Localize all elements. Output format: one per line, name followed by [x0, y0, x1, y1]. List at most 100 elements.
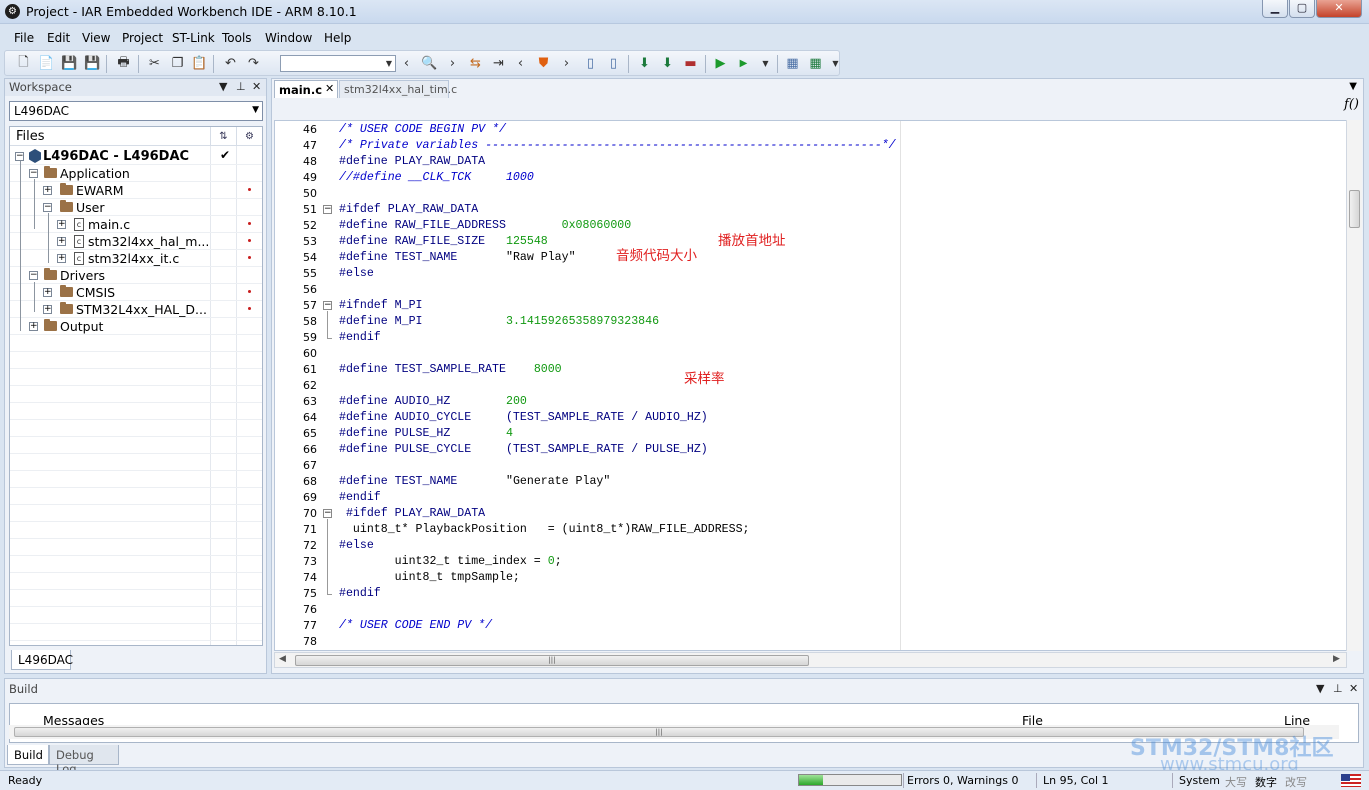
code-line[interactable]: 77 /* USER CODE END PV */ [275, 618, 1346, 634]
collapse-icon[interactable]: − [29, 169, 38, 178]
code-line[interactable]: 63 #define AUDIO_HZ 200 [275, 394, 1346, 410]
expand-icon[interactable]: + [57, 254, 66, 263]
close-button[interactable]: ✕ [1316, 0, 1362, 18]
undo-icon[interactable]: ↶ [222, 55, 239, 72]
workspace-tab[interactable]: L496DAC [11, 650, 73, 670]
tree-item-main-c[interactable]: + c main.c [10, 216, 262, 233]
chevron-down-icon[interactable]: ▼ [827, 55, 844, 72]
fold-icon[interactable]: − [323, 509, 332, 518]
chevron-down-icon[interactable]: ▼ [219, 80, 227, 93]
sort-icon[interactable]: ⇅ [210, 127, 236, 146]
code-line[interactable]: 52 #define RAW_FILE_ADDRESS 0x08060000 [275, 218, 1346, 234]
find-next-icon[interactable]: › [444, 55, 461, 72]
scroll-left-icon[interactable]: ◀ [279, 654, 286, 664]
code-line[interactable]: 65 #define PULSE_HZ 4 [275, 426, 1346, 442]
replace-icon[interactable]: ⇆ [467, 55, 484, 72]
tree-item-hal-driver[interactable]: + STM32L4xx_HAL_D... [10, 301, 262, 318]
scroll-thumb[interactable]: ||| [295, 655, 809, 666]
minimize-button[interactable]: ▁ [1262, 0, 1288, 18]
expand-icon[interactable]: + [43, 305, 52, 314]
tree-item-output[interactable]: + Output [10, 318, 262, 335]
tab-build[interactable]: Build [7, 745, 49, 765]
menu-st-link[interactable]: ST-Link [172, 31, 215, 45]
code-line[interactable]: 56 [275, 282, 1346, 298]
compile-icon[interactable]: ⬇ [636, 55, 653, 72]
code-line[interactable]: 62 [275, 378, 1346, 394]
scroll-thumb[interactable] [1349, 190, 1360, 228]
tree-item-drivers[interactable]: − Drivers [10, 267, 262, 284]
code-line[interactable]: 57− #ifndef M_PI [275, 298, 1346, 314]
code-line[interactable]: 74 uint8_t tmpSample; [275, 570, 1346, 586]
download-debug-icon[interactable]: ▶ [712, 55, 729, 72]
next-bookmark-icon[interactable]: ▯ [605, 55, 622, 72]
code-line[interactable]: 71 uint8_t* PlaybackPosition = (uint8_t*… [275, 522, 1346, 538]
tree-item-user[interactable]: − User [10, 199, 262, 216]
code-line[interactable]: 54 #define TEST_NAME "Raw Play" [275, 250, 1346, 266]
close-icon[interactable]: ✕ [1349, 682, 1358, 695]
maximize-button[interactable]: ▢ [1289, 0, 1315, 18]
code-line[interactable]: 50 [275, 186, 1346, 202]
make-icon[interactable]: ⬇ [659, 55, 676, 72]
code-line[interactable]: 55 #else [275, 266, 1346, 282]
app-icon[interactable]: ⚙ [5, 4, 20, 19]
menu-view[interactable]: View [82, 31, 110, 45]
search-icon[interactable]: 🔍 [421, 55, 438, 72]
scroll-right-icon[interactable]: ▶ [1333, 654, 1340, 664]
tab-main-c[interactable]: main.c ✕ [274, 80, 338, 98]
code-line[interactable]: 47 /* Private variables -----------------… [275, 138, 1346, 154]
code-editor[interactable]: 46 /* USER CODE BEGIN PV */ 47 /* Private v… [274, 120, 1347, 651]
code-line[interactable]: 72 #else [275, 538, 1346, 554]
code-line[interactable]: 53 #define RAW_FILE_SIZE 125548 [275, 234, 1346, 250]
collapse-icon[interactable]: − [15, 152, 24, 161]
code-line[interactable]: 78 [275, 634, 1346, 650]
save-all-icon[interactable]: 💾 [84, 55, 101, 72]
code-line[interactable]: 69 #endif [275, 490, 1346, 506]
redo-icon[interactable]: ↷ [245, 55, 262, 72]
chevron-down-icon[interactable]: ▼ [252, 105, 259, 115]
navigate-back-icon[interactable]: ‹ [512, 55, 529, 72]
code-line[interactable]: 49 //#define __CLK_TCK 1000 [275, 170, 1346, 186]
tree-item-ewarm[interactable]: + EWARM [10, 182, 262, 199]
code-line[interactable]: 70− #ifdef PLAY_RAW_DATA [275, 506, 1346, 522]
configuration-select[interactable]: L496DAC ▼ [9, 101, 263, 121]
menu-project[interactable]: Project [122, 31, 163, 45]
find-previous-icon[interactable]: ‹ [398, 55, 415, 72]
menu-tools[interactable]: Tools [222, 31, 252, 45]
collapse-icon[interactable]: − [29, 271, 38, 280]
pin-icon[interactable]: ⊥ [1333, 682, 1343, 695]
expand-icon[interactable]: + [43, 186, 52, 195]
tree-item-application[interactable]: − Application [10, 165, 262, 182]
fold-icon[interactable]: − [323, 301, 332, 310]
code-line[interactable]: 48 #define PLAY_RAW_DATA [275, 154, 1346, 170]
chevron-down-icon[interactable]: ▼ [1316, 682, 1324, 695]
fold-icon[interactable]: − [323, 205, 332, 214]
tab-debug-log[interactable]: Debug Log [49, 745, 119, 776]
scroll-thumb[interactable]: ||| [14, 727, 1304, 737]
code-line[interactable]: 66 #define PULSE_CYCLE (TEST_SAMPLE_RATE … [275, 442, 1346, 458]
navigate-forward-icon[interactable]: › [558, 55, 575, 72]
open-icon[interactable]: 📄 [38, 55, 55, 72]
tree-item-it-c[interactable]: + c stm32l4xx_it.c [10, 250, 262, 267]
goto-icon[interactable]: ⇥ [490, 55, 507, 72]
code-line[interactable]: 76 [275, 602, 1346, 618]
paste-icon[interactable]: 📋 [191, 55, 208, 72]
cut-icon[interactable]: ✂ [146, 55, 163, 72]
code-line[interactable]: 73 uint32_t time_index = 0; [275, 554, 1346, 570]
pin-icon[interactable]: ⊥ [236, 80, 246, 93]
code-line[interactable]: 58 #define M_PI 3.14159265358979323846 [275, 314, 1346, 330]
add-breakpoint-icon[interactable]: ▦ [807, 55, 824, 72]
expand-icon[interactable]: + [29, 322, 38, 331]
save-icon[interactable]: 💾 [61, 55, 78, 72]
code-line[interactable]: 68 #define TEST_NAME "Generate Play" [275, 474, 1346, 490]
code-line[interactable]: 64 #define AUDIO_CYCLE (TEST_SAMPLE_RATE … [275, 410, 1346, 426]
close-icon[interactable]: ✕ [252, 80, 261, 93]
chevron-down-icon[interactable]: ▼ [757, 55, 774, 72]
breakpoint-icon[interactable]: ▦ [784, 55, 801, 72]
function-list-icon[interactable]: f() [1344, 97, 1359, 112]
previous-bookmark-icon[interactable]: ▯ [582, 55, 599, 72]
tree-item-hal-msp[interactable]: + c stm32l4xx_hal_m... [10, 233, 262, 250]
code-line[interactable]: 59 #endif [275, 330, 1346, 346]
vertical-scrollbar[interactable] [1346, 120, 1362, 651]
new-file-icon[interactable]: 🗋 [15, 55, 32, 72]
find-combo[interactable]: ▼ [280, 55, 396, 72]
